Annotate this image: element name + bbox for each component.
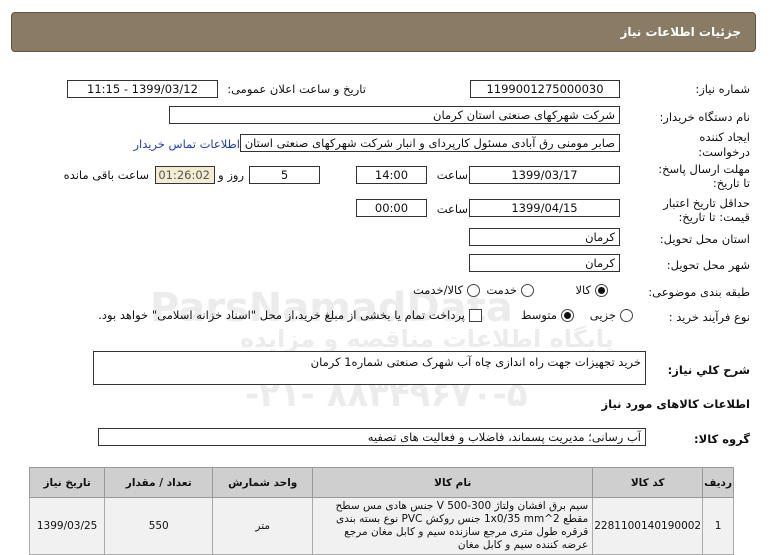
announce-datetime-field[interactable]: 1399/03/12 - 11:15	[67, 80, 218, 98]
validity-date-field[interactable]: 1399/04/15	[469, 199, 620, 217]
category-option-service[interactable]: خدمت	[486, 283, 534, 297]
radio-selected-icon[interactable]	[561, 308, 574, 322]
cell-date: 1399/03/25	[28, 497, 106, 555]
requester-field[interactable]: صابر مومنی رق آبادی مسئول کارپردای و انب…	[240, 134, 620, 152]
summary-label: شرح كلي نياز:	[667, 363, 750, 377]
delivery-province-label: استان محل تحویل:	[659, 232, 750, 246]
cell-quantity: 550	[104, 497, 214, 555]
checkbox-icon[interactable]	[469, 308, 482, 322]
requester-label-cont: درخواست:	[698, 145, 750, 159]
table-header-row: ردیف کد کالا نام کالا واحد شمارش تعداد /…	[28, 467, 734, 498]
remaining-time-field: 01:26:02	[155, 166, 215, 184]
category-option-goods[interactable]: کالا	[575, 283, 608, 297]
need-number-field[interactable]: 1199001275000030	[470, 80, 620, 98]
page-header: جزئیات اطلاعات نیاز	[11, 12, 756, 52]
buyer-org-field[interactable]: شرکت شهرکهای صنعتی استان کرمان	[169, 106, 620, 124]
radio-selected-icon[interactable]	[595, 283, 608, 297]
watermark-subtitle: پایگاه اطلاعات مناقصه و مزایده	[240, 325, 614, 353]
header-quantity: تعداد / مقدار	[104, 467, 214, 498]
radio-icon[interactable]	[521, 283, 534, 297]
summary-text: خرید تجهیزات جهت راه اندازی چاه آب شهرک …	[310, 355, 641, 369]
purchase-option-minor[interactable]: جزیی	[590, 308, 633, 322]
purchase-type-label: نوع فرآیند خرید :	[668, 310, 750, 324]
header-index: ردیف	[702, 467, 734, 498]
delivery-city-label: شهر محل تحویل:	[666, 258, 750, 272]
radio-icon[interactable]	[620, 308, 633, 322]
buyer-org-label: نام دستگاه خریدار:	[659, 110, 750, 124]
delivery-city-field[interactable]: کرمان	[469, 254, 620, 272]
days-label: روز و	[218, 168, 244, 182]
cell-unit: متر	[212, 497, 314, 555]
cell-index: 1	[702, 497, 734, 555]
reply-time-label: ساعت	[436, 168, 468, 182]
remaining-days-field[interactable]: 5	[249, 166, 320, 184]
price-validity-label: حداقل تاریخ اعتبار	[663, 196, 750, 210]
category-label: طبقه بندی موضوعی:	[648, 285, 750, 299]
remaining-time-label: ساعت باقی مانده	[63, 168, 149, 182]
cell-name: سیم برق افشان ولتاژ 300-500 V جنس هادی م…	[312, 497, 594, 555]
reply-deadline-label-cont: تا تاریخ:	[712, 176, 750, 190]
header-date: تاریخ نیاز	[28, 467, 106, 498]
buyer-contact-link[interactable]: اطلاعات تماس خریدار	[133, 137, 240, 151]
goods-group-field[interactable]: آب رسانی؛ مدیریت پسماند، فاضلاب و فعالیت…	[98, 428, 646, 446]
requester-label: ایجاد کننده	[699, 130, 750, 144]
items-table: ردیف کد کالا نام کالا واحد شمارش تعداد /…	[28, 467, 734, 555]
cell-code: 2281100140190002	[592, 497, 704, 555]
price-validity-label-cont: قیمت: تا تاریخ:	[678, 210, 750, 224]
radio-icon[interactable]	[467, 283, 480, 297]
category-option-goods-service[interactable]: کالا/خدمت	[413, 283, 480, 297]
delivery-province-field[interactable]: کرمان	[469, 228, 620, 246]
header-name: نام کالا	[312, 467, 594, 498]
announce-datetime-label: تاریخ و ساعت اعلان عمومی:	[227, 82, 366, 96]
table-row[interactable]: 1 2281100140190002 سیم برق افشان ولتاژ 3…	[28, 497, 734, 555]
header-unit: واحد شمارش	[212, 467, 314, 498]
need-number-label: شماره نیاز:	[695, 82, 750, 96]
reply-time-field[interactable]: 14:00	[356, 166, 427, 184]
purchase-option-medium[interactable]: متوسط	[521, 308, 574, 322]
goods-group-label: گروه کالا:	[694, 432, 750, 446]
validity-time-field[interactable]: 00:00	[356, 199, 427, 217]
validity-time-label: ساعت	[436, 202, 468, 216]
summary-box[interactable]: خرید تجهیزات جهت راه اندازی چاه آب شهرک …	[93, 351, 646, 385]
goods-section-title: اطلاعات کالاهای مورد نیاز	[601, 397, 750, 411]
treasury-checkbox-option[interactable]: پرداخت تمام یا بخشی از مبلغ خرید،از محل …	[98, 308, 482, 322]
reply-date-field[interactable]: 1399/03/17	[469, 166, 620, 184]
page-title: جزئیات اطلاعات نیاز	[620, 25, 741, 39]
header-code: کد کالا	[592, 467, 704, 498]
reply-deadline-label: مهلت ارسال پاسخ:	[658, 162, 750, 176]
